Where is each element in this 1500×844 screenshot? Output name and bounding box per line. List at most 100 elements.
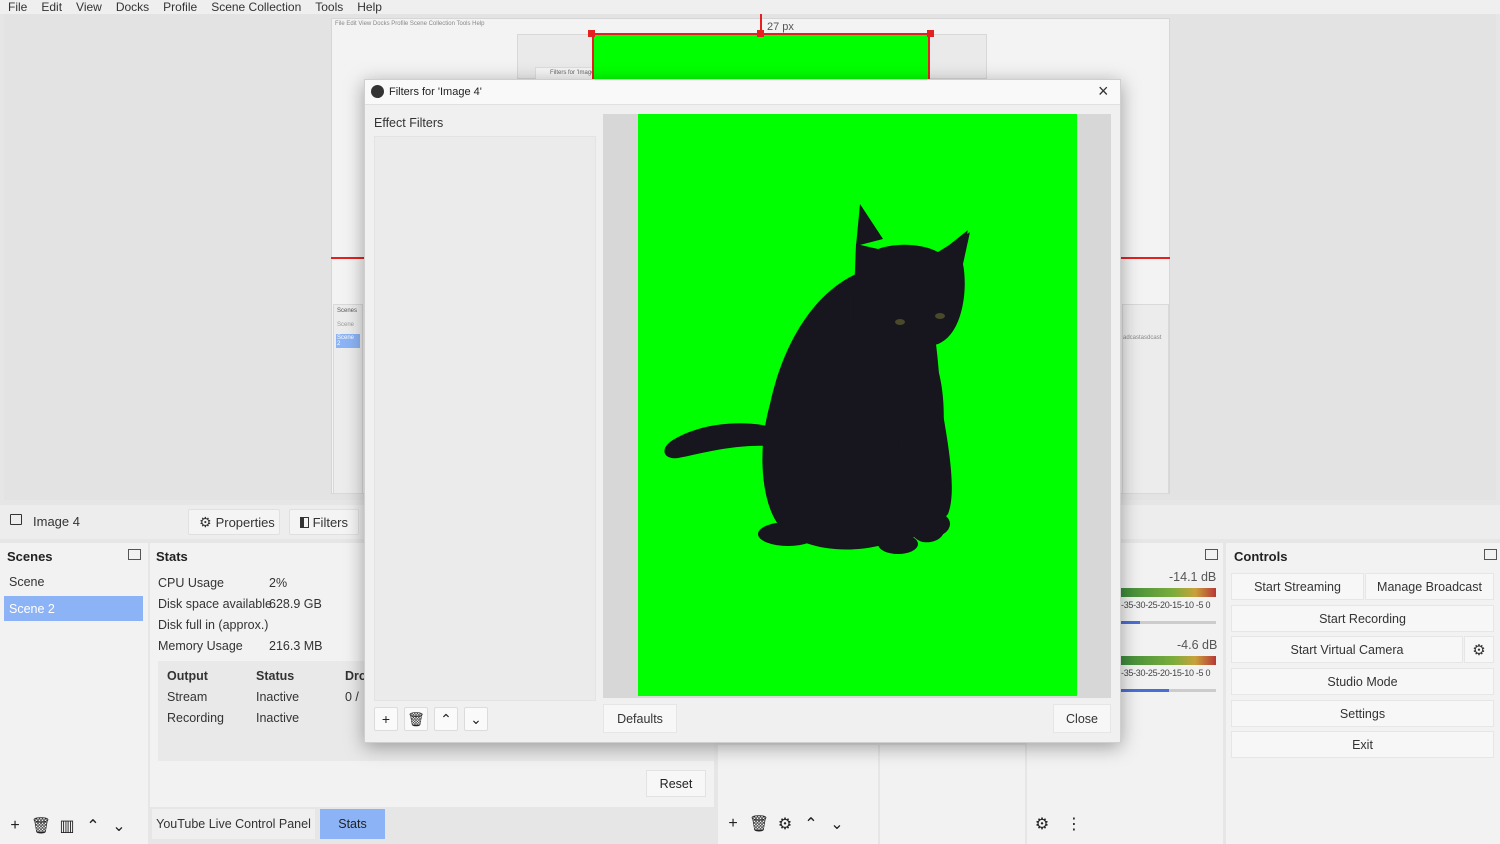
add-filter-icon[interactable]: + xyxy=(374,707,398,731)
selection-line-left xyxy=(331,257,364,259)
scene-item[interactable]: Scene xyxy=(9,575,44,589)
cat-illustration xyxy=(664,204,970,554)
nested-partial-text: adcastasdcast xyxy=(1123,335,1162,341)
volume-db: -14.1 dB xyxy=(1169,570,1217,584)
volume-slider-fill xyxy=(1121,621,1140,624)
nested-scene-item-selected: Scene 2 xyxy=(336,334,360,348)
selection-line-right xyxy=(1121,257,1170,259)
undock-icon[interactable] xyxy=(1484,549,1497,560)
chevron-up-icon[interactable]: ⌃ xyxy=(434,707,458,731)
chevron-down-icon[interactable]: ⌄ xyxy=(108,815,130,837)
menu-edit[interactable]: Edit xyxy=(41,1,62,13)
add-icon[interactable]: + xyxy=(4,815,26,837)
menu-docks[interactable]: Docks xyxy=(116,1,149,13)
defaults-button[interactable]: Defaults xyxy=(603,704,677,733)
nested-scenes-title: Scenes xyxy=(337,308,358,314)
stat-label: Disk full in (approx.) xyxy=(158,618,269,632)
chevron-down-icon[interactable]: ⌄ xyxy=(826,813,848,835)
table-cell: Inactive xyxy=(256,711,300,725)
start-virtual-camera-button[interactable]: Start Virtual Camera xyxy=(1231,636,1463,663)
exit-button[interactable]: Exit xyxy=(1231,731,1494,758)
effect-filters-label: Effect Filters xyxy=(374,116,444,130)
gear-icon[interactable]: ⚙ xyxy=(774,813,796,835)
trash-icon[interactable]: 🗑 xyxy=(404,707,428,731)
add-icon[interactable]: + xyxy=(722,813,744,835)
close-icon[interactable]: × xyxy=(1098,81,1109,102)
dialog-title: Filters for 'Image 4' xyxy=(389,86,482,98)
scene-item-selected[interactable]: Scene 2 xyxy=(4,596,143,621)
stat-value: 2% xyxy=(269,576,288,590)
settings-button[interactable]: Settings xyxy=(1231,700,1494,727)
volume-slider[interactable] xyxy=(1121,621,1216,624)
dialog-titlebar: Filters for 'Image 4' × xyxy=(365,80,1120,105)
distance-label: 27 px xyxy=(767,21,794,33)
obs-logo-icon xyxy=(371,85,384,98)
manage-broadcast-button[interactable]: Manage Broadcast xyxy=(1365,573,1494,600)
more-options-icon[interactable]: ⋮ xyxy=(1063,813,1085,835)
resize-handle[interactable] xyxy=(757,30,764,37)
table-cell: Stream xyxy=(167,690,208,704)
selected-source-box[interactable] xyxy=(592,33,930,79)
trash-icon[interactable]: 🗑 xyxy=(748,813,770,835)
nested-controls-dock: adcastasdcast xyxy=(1122,304,1169,494)
filter-list[interactable] xyxy=(374,136,596,701)
undock-icon[interactable] xyxy=(128,549,141,560)
dock-panel xyxy=(880,745,1025,844)
start-streaming-button[interactable]: Start Streaming xyxy=(1231,573,1364,600)
filters-label: Filters xyxy=(312,514,348,530)
resize-handle[interactable] xyxy=(588,30,595,37)
stat-label: Memory Usage xyxy=(158,639,243,653)
advanced-audio-gear-icon[interactable]: ⚙ xyxy=(1031,813,1053,835)
table-cell: 0 / xyxy=(345,690,359,704)
stat-value: 628.9 GB xyxy=(269,597,322,611)
studio-mode-button[interactable]: Studio Mode xyxy=(1231,668,1494,695)
nested-menu-bar: File Edit View Docks Profile Scene Colle… xyxy=(335,21,485,27)
menu-help[interactable]: Help xyxy=(357,1,382,13)
chevron-down-icon[interactable]: ⌄ xyxy=(464,707,488,731)
filters-icon xyxy=(300,516,309,528)
table-header: Status xyxy=(256,669,295,683)
properties-label: Properties xyxy=(215,514,275,530)
undock-icon[interactable] xyxy=(1205,549,1218,560)
volume-slider-fill xyxy=(1121,689,1169,692)
cat-eye xyxy=(895,319,905,325)
controls-dock: Controls Start Streaming Manage Broadcas… xyxy=(1226,543,1500,844)
scenes-dock: Scenes Scene Scene 2 + 🗑 ▥ ⌃ ⌄ xyxy=(0,543,148,844)
stat-label: CPU Usage xyxy=(158,576,224,590)
menu-bar: File Edit View Docks Profile Scene Colle… xyxy=(0,0,1500,14)
menu-file[interactable]: File xyxy=(8,1,27,13)
nested-scenes-dock: Scenes Scene Scene 2 xyxy=(333,304,363,494)
nested-scene-item: Scene xyxy=(337,322,355,328)
volume-meter xyxy=(1121,588,1216,597)
stat-label: Disk space available xyxy=(158,597,272,611)
filters-button[interactable]: Filters xyxy=(289,509,359,535)
scenes-title: Scenes xyxy=(7,549,53,564)
table-header: Output xyxy=(167,669,208,683)
volume-db: -4.6 dB xyxy=(1177,638,1218,652)
tab-youtube-live-control-panel[interactable]: YouTube Live Control Panel xyxy=(152,809,315,839)
chevron-up-icon[interactable]: ⌃ xyxy=(82,815,104,837)
start-recording-button[interactable]: Start Recording xyxy=(1231,605,1494,632)
trash-icon[interactable]: 🗑 xyxy=(30,815,52,837)
menu-scene-collection[interactable]: Scene Collection xyxy=(211,1,301,13)
cat-eye xyxy=(935,313,945,319)
meter-scale: -35-30-25-20-15-10 -5 0 xyxy=(1121,600,1211,610)
image-source-icon xyxy=(10,514,22,525)
controls-title: Controls xyxy=(1234,549,1288,564)
menu-profile[interactable]: Profile xyxy=(163,1,197,13)
volume-slider[interactable] xyxy=(1121,689,1216,692)
table-cell: Recording xyxy=(167,711,224,725)
table-cell: Inactive xyxy=(256,690,300,704)
properties-button[interactable]: ⚙ Properties xyxy=(188,509,280,535)
chevron-up-icon[interactable]: ⌃ xyxy=(800,813,822,835)
volume-meter xyxy=(1121,656,1216,665)
tab-stats[interactable]: Stats xyxy=(320,809,385,839)
menu-tools[interactable]: Tools xyxy=(315,1,343,13)
filters-icon[interactable]: ▥ xyxy=(56,815,78,837)
virtual-camera-gear-icon[interactable]: ⚙ xyxy=(1464,636,1494,663)
resize-handle[interactable] xyxy=(927,30,934,37)
menu-view[interactable]: View xyxy=(76,1,102,13)
reset-button[interactable]: Reset xyxy=(646,770,706,797)
close-button[interactable]: Close xyxy=(1053,704,1111,733)
cat-image xyxy=(638,114,1077,696)
